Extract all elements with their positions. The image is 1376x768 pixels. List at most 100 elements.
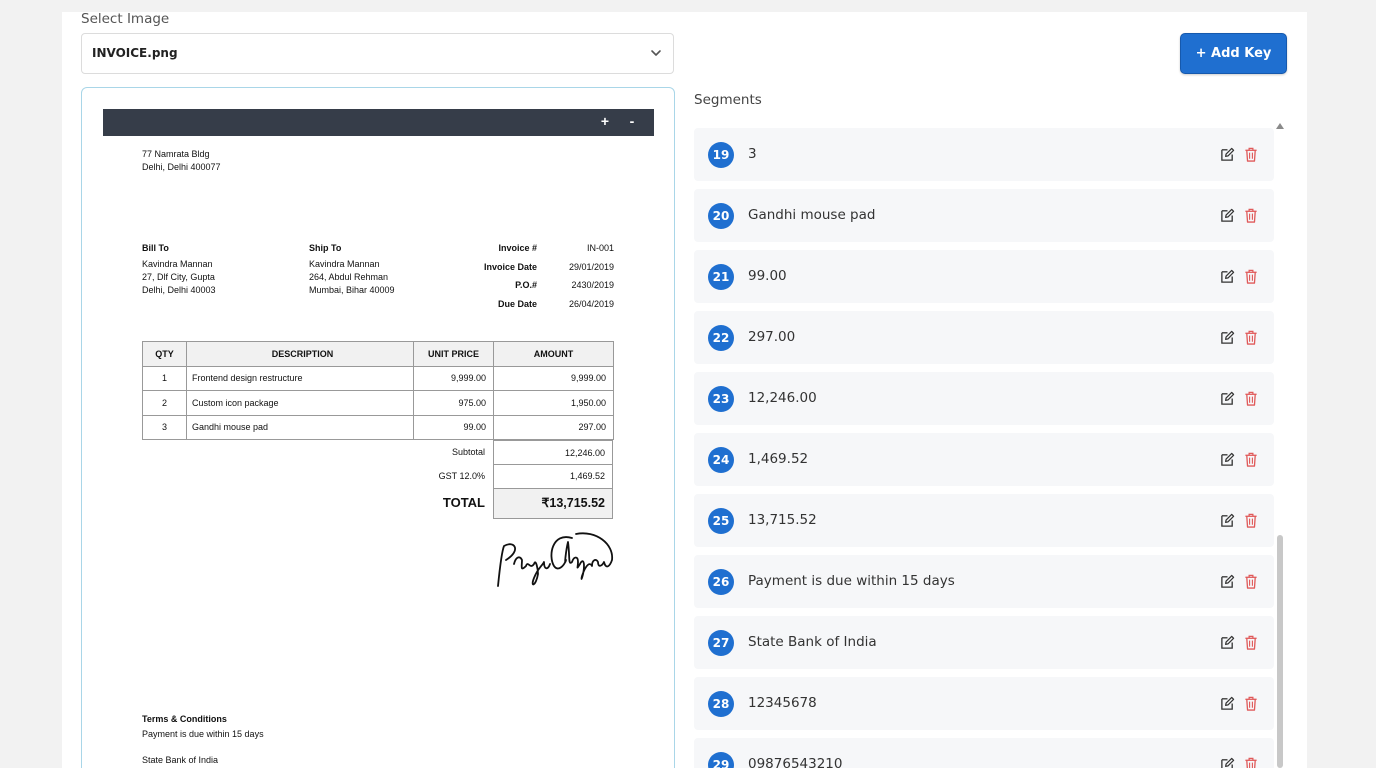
trash-icon[interactable] <box>1244 330 1258 345</box>
edit-icon[interactable] <box>1220 696 1235 711</box>
segment-number-badge: 22 <box>708 325 734 351</box>
segment-row[interactable]: 23 12,246.00 <box>694 372 1274 425</box>
segment-row[interactable]: 21 99.00 <box>694 250 1274 303</box>
edit-icon[interactable] <box>1220 147 1235 162</box>
segment-number-badge: 26 <box>708 569 734 595</box>
segment-row[interactable]: 26 Payment is due within 15 days <box>694 555 1274 608</box>
segment-row[interactable]: 24 1,469.52 <box>694 433 1274 486</box>
trash-icon[interactable] <box>1244 147 1258 162</box>
ship-to-line: Kavindra Mannan <box>309 259 380 269</box>
segments-list: 19 3 20 Gandhi mouse pad 21 99.00 22 297.00 23 12… <box>694 128 1274 768</box>
table-row: 1 Frontend design restructure 9,999.00 9… <box>142 365 614 391</box>
segment-text: 99.00 <box>748 268 787 284</box>
company-address: 77 Namrata Bldg Delhi, Delhi 400077 <box>142 148 221 174</box>
bill-to-line: Kavindra Mannan <box>142 259 213 269</box>
qty-cell: 2 <box>142 390 187 416</box>
segment-number-badge: 28 <box>708 691 734 717</box>
invoice-viewer: + - 77 Namrata Bldg Delhi, Delhi 400077 … <box>81 87 675 768</box>
meta-value: 26/04/2019 <box>568 298 614 309</box>
segment-number-badge: 27 <box>708 630 734 656</box>
segment-number-badge: 25 <box>708 508 734 534</box>
select-image-label: Select Image <box>81 11 170 27</box>
segments-title: Segments <box>694 92 762 108</box>
bill-to-line: Delhi, Delhi 40003 <box>142 285 216 295</box>
invoice-meta: Invoice # IN-001 Invoice Date 29/01/2019 P… <box>452 242 614 316</box>
meta-label: Due Date <box>497 298 537 309</box>
table-row: 2 Custom icon package 975.00 1,950.00 <box>142 390 614 416</box>
segment-text: 09876543210 <box>748 756 843 768</box>
qty-cell: 1 <box>142 365 187 391</box>
edit-icon[interactable] <box>1220 513 1235 528</box>
address-line: 77 Namrata Bldg <box>142 149 210 159</box>
edit-icon[interactable] <box>1220 330 1235 345</box>
segment-text: Gandhi mouse pad <box>748 207 876 223</box>
subtotal-label: Subtotal <box>451 447 485 457</box>
segment-text: 13,715.52 <box>748 512 817 528</box>
bank-line: State Bank of India <box>142 755 219 765</box>
trash-icon[interactable] <box>1244 757 1258 768</box>
ship-to-line: Mumbai, Bihar 40009 <box>309 285 395 295</box>
meta-label: Invoice Date <box>483 261 537 272</box>
segment-row[interactable]: 25 13,715.52 <box>694 494 1274 547</box>
trash-icon[interactable] <box>1244 391 1258 406</box>
description-cell: Custom icon package <box>186 390 414 416</box>
gst-label: GST 12.0% <box>438 471 485 481</box>
meta-value: 2430/2019 <box>571 280 614 290</box>
edit-icon[interactable] <box>1220 757 1235 768</box>
edit-icon[interactable] <box>1220 635 1235 650</box>
subtotal-value: 12,246.00 <box>493 440 613 465</box>
meta-label: P.O.# <box>515 280 537 290</box>
scroll-up-arrow-icon[interactable] <box>1276 123 1284 129</box>
select-image-value: INVOICE.png <box>92 46 178 60</box>
trash-icon[interactable] <box>1244 696 1258 711</box>
address-line: Delhi, Delhi 400077 <box>142 162 221 172</box>
column-header: QTY <box>142 341 187 367</box>
segment-text: 297.00 <box>748 329 796 345</box>
trash-icon[interactable] <box>1244 208 1258 223</box>
ship-to-block: Ship To Kavindra Mannan 264, Abdul Rehma… <box>309 242 395 297</box>
unit-price-cell: 9,999.00 <box>413 365 494 391</box>
trash-icon[interactable] <box>1244 513 1258 528</box>
terms-block: Terms & Conditions Payment is due within… <box>142 713 264 767</box>
edit-icon[interactable] <box>1220 574 1235 589</box>
scrollbar-thumb[interactable] <box>1277 535 1283 768</box>
segment-number-badge: 20 <box>708 203 734 229</box>
unit-price-cell: 99.00 <box>413 414 494 440</box>
segment-number-badge: 24 <box>708 447 734 473</box>
zoom-out-button[interactable]: - <box>625 113 639 129</box>
segment-text: Payment is due within 15 days <box>748 573 955 589</box>
trash-icon[interactable] <box>1244 452 1258 467</box>
zoom-in-button[interactable]: + <box>598 113 612 129</box>
column-header: AMOUNT <box>493 341 614 367</box>
segment-row[interactable]: 28 12345678 <box>694 677 1274 730</box>
amount-cell: 9,999.00 <box>493 365 614 391</box>
edit-icon[interactable] <box>1220 269 1235 284</box>
segment-row[interactable]: 19 3 <box>694 128 1274 181</box>
amount-cell: 297.00 <box>493 414 614 440</box>
viewer-toolbar: + - <box>103 109 654 136</box>
segment-row[interactable]: 29 09876543210 <box>694 738 1274 768</box>
trash-icon[interactable] <box>1244 635 1258 650</box>
segment-row[interactable]: 27 State Bank of India <box>694 616 1274 669</box>
qty-cell: 3 <box>142 414 187 440</box>
bill-to-line: 27, Dlf City, Gupta <box>142 272 215 282</box>
edit-icon[interactable] <box>1220 208 1235 223</box>
segment-row[interactable]: 20 Gandhi mouse pad <box>694 189 1274 242</box>
trash-icon[interactable] <box>1244 574 1258 589</box>
description-cell: Frontend design restructure <box>186 365 414 391</box>
segment-row[interactable]: 22 297.00 <box>694 311 1274 364</box>
ship-to-label: Ship To <box>309 243 342 253</box>
signature-image <box>497 532 613 587</box>
column-header: DESCRIPTION <box>186 341 414 367</box>
segment-number-badge: 29 <box>708 752 734 768</box>
segment-number-badge: 19 <box>708 142 734 168</box>
edit-icon[interactable] <box>1220 452 1235 467</box>
segment-number-badge: 23 <box>708 386 734 412</box>
table-row: 3 Gandhi mouse pad 99.00 297.00 <box>142 414 614 440</box>
add-key-button[interactable]: + Add Key <box>1180 33 1287 74</box>
select-image-dropdown[interactable]: INVOICE.png <box>81 33 674 74</box>
total-value: ₹13,715.52 <box>493 488 613 519</box>
trash-icon[interactable] <box>1244 269 1258 284</box>
edit-icon[interactable] <box>1220 391 1235 406</box>
meta-value: IN-001 <box>586 243 614 253</box>
